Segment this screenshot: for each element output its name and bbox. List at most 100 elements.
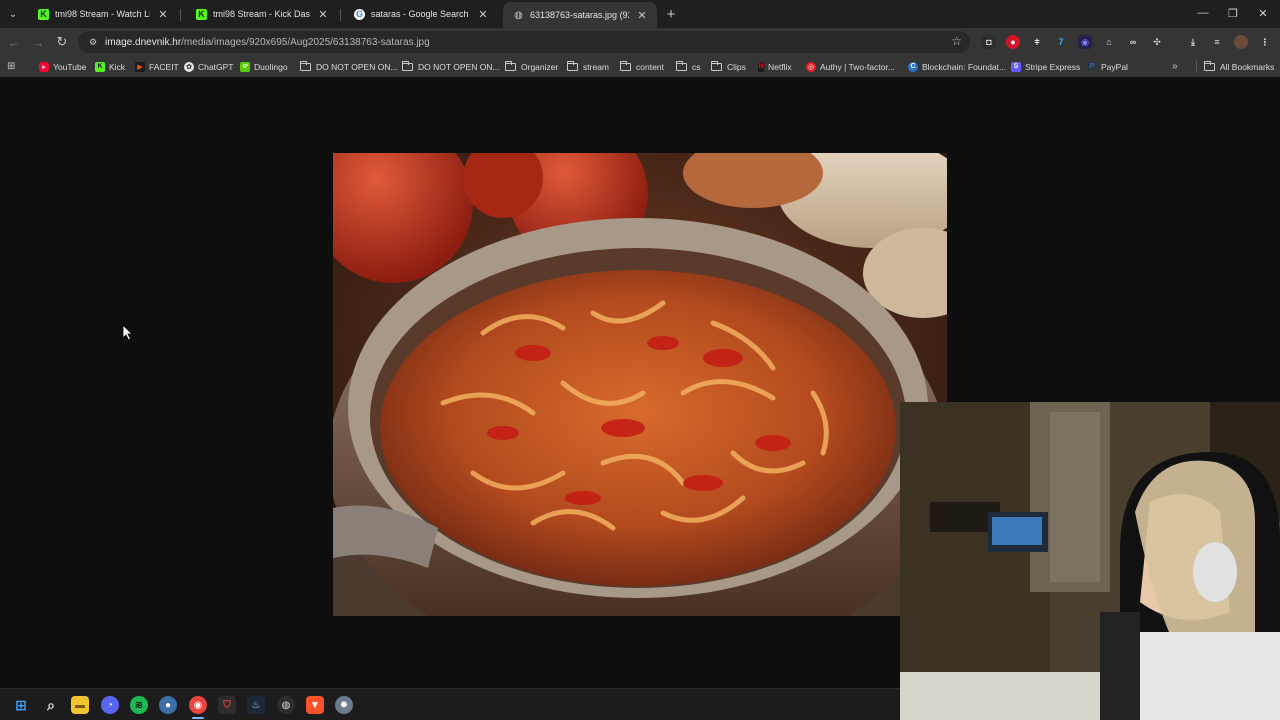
menu-icon[interactable]: ⋮	[1258, 35, 1272, 49]
coursera-icon: C	[908, 61, 918, 72]
tab-kick-dashboard[interactable]: K tmi98 Stream - Kick Dashboard ✕	[186, 2, 338, 26]
globe-icon: ◍	[514, 9, 523, 21]
close-icon[interactable]: ✕	[316, 7, 330, 21]
bookmark-label: Blockchain: Foundat...	[922, 61, 1007, 72]
bookmark-label: FACEIT	[149, 61, 179, 72]
bookmark-label: DO NOT OPEN ON...	[418, 61, 500, 72]
bookmark-duolingo[interactable]: ơ Duolingo	[240, 59, 288, 74]
close-window-icon[interactable]: ✕	[1252, 4, 1274, 22]
tab-kick-stream[interactable]: K tmi98 Stream - Watch Live on K ✕	[28, 2, 178, 26]
back-icon[interactable]: ←	[5, 33, 23, 51]
bookmark-folder[interactable]: DO NOT OPEN ON...	[300, 59, 398, 74]
bookmark-label: Clips	[727, 61, 746, 72]
bookmark-folder-cs[interactable]: cs	[676, 59, 701, 74]
bookmark-label: Netflix	[768, 61, 792, 72]
spotify-icon[interactable]: ≋	[130, 696, 148, 714]
close-icon[interactable]: ✕	[635, 8, 649, 22]
bookmarks-divider	[1196, 60, 1197, 73]
bookmark-chatgpt[interactable]: ✿ ChatGPT	[184, 59, 233, 74]
folder-icon	[620, 60, 631, 71]
bookmark-label: ChatGPT	[198, 61, 234, 72]
bookmark-paypal[interactable]: P PayPal	[1087, 59, 1128, 74]
app-icon[interactable]: ◍	[277, 696, 295, 714]
brave-icon[interactable]: ▼	[306, 696, 324, 714]
windows-start-icon[interactable]: ⊞	[12, 696, 30, 714]
chrome-icon[interactable]: ◉	[189, 696, 207, 714]
app-icon[interactable]: ●	[159, 696, 177, 714]
file-explorer-icon[interactable]: ▬	[71, 696, 89, 714]
folder-icon	[300, 60, 311, 71]
extension-icon[interactable]: ◘	[982, 35, 996, 49]
bookmark-label: PayPal	[1101, 61, 1128, 72]
more-bookmarks-icon[interactable]: »	[1172, 59, 1178, 74]
extension-icon[interactable]: ∞	[1126, 35, 1140, 49]
paypal-icon: P	[1089, 63, 1095, 70]
kick-icon: K	[196, 8, 207, 20]
restore-icon[interactable]: ❐	[1222, 4, 1244, 22]
kick-icon: K	[38, 8, 49, 20]
active-indicator	[192, 717, 204, 719]
tab-google-search[interactable]: G sataras - Google Search ✕	[344, 2, 498, 26]
bookmark-folder-content[interactable]: content	[620, 59, 664, 74]
bookmark-label: Organizer	[521, 61, 559, 72]
youtube-icon: ▸	[39, 61, 49, 72]
extension-icon[interactable]: ◉	[1078, 35, 1092, 49]
tab-strip: ⌄ K tmi98 Stream - Watch Live on K ✕ K t…	[0, 0, 1280, 28]
close-icon[interactable]: ✕	[156, 7, 170, 21]
all-bookmarks[interactable]: All Bookmarks	[1204, 59, 1274, 74]
bookmark-faceit[interactable]: ▶ FACEIT	[135, 59, 179, 74]
bookmark-label: Kick	[109, 61, 126, 72]
extension-icon[interactable]: ǂ	[1030, 35, 1044, 49]
download-icon[interactable]: ⤓	[1186, 35, 1200, 49]
kick-icon: K	[95, 61, 105, 72]
webcam-overlay	[900, 402, 1280, 720]
site-info-icon[interactable]: ⚙	[86, 35, 100, 49]
steam-icon[interactable]: ♨	[247, 696, 265, 714]
discord-icon[interactable]: ◔	[101, 696, 119, 714]
puzzle-icon[interactable]: ✣	[1150, 35, 1164, 49]
bookmark-stripe[interactable]: S Stripe Express	[1011, 59, 1080, 74]
apps-icon[interactable]: ⊞	[7, 59, 15, 74]
settings-icon[interactable]: ✹	[335, 696, 353, 714]
extension-icon[interactable]: ●	[1006, 35, 1020, 49]
forward-icon[interactable]: →	[29, 33, 47, 51]
mouse-cursor-icon	[122, 324, 133, 344]
tab-image[interactable]: ◍ 63138763-sataras.jpg (920×695) ✕	[503, 2, 657, 28]
close-icon[interactable]: ✕	[476, 7, 490, 21]
bookmark-folder-organizer[interactable]: Organizer	[505, 59, 558, 74]
tab-title: sataras - Google Search	[371, 9, 469, 19]
url-path: /media/images/920x695/Aug2025/63138763-s…	[181, 36, 430, 48]
tab-search-icon[interactable]: ⌄	[4, 5, 22, 23]
bookmark-label: Authy | Two-factor...	[820, 61, 895, 72]
avatar[interactable]	[1234, 35, 1248, 49]
extension-icon[interactable]: ⌂	[1102, 35, 1116, 49]
google-icon: G	[354, 8, 365, 20]
url-host: image.dnevnik.hr	[105, 36, 182, 48]
bookmark-blockchain[interactable]: C Blockchain: Foundat...	[908, 59, 1006, 74]
bookmark-netflix[interactable]: N Netflix	[758, 59, 792, 74]
chatgpt-icon: ✿	[184, 61, 194, 72]
extension-icon[interactable]: 7	[1054, 35, 1068, 49]
minimize-icon[interactable]: —	[1192, 4, 1214, 22]
bookmark-star-icon[interactable]: ☆	[951, 34, 962, 48]
new-tab-button[interactable]: +	[662, 5, 680, 23]
shield-icon[interactable]: ⛉	[218, 696, 236, 714]
folder-icon	[567, 60, 578, 71]
bookmark-label: cs	[692, 61, 701, 72]
netflix-icon: N	[758, 61, 764, 72]
bookmark-folder-clips[interactable]: Clips	[711, 59, 746, 74]
media-control-icon[interactable]: ≡	[1210, 35, 1224, 49]
address-bar[interactable]: ⚙ image.dnevnik.hr/media/images/920x695/…	[78, 31, 970, 53]
bookmark-youtube[interactable]: ▸ YouTube	[39, 59, 86, 74]
bookmark-label: Duolingo	[254, 61, 288, 72]
search-icon[interactable]: ⌕	[42, 696, 60, 714]
bookmark-folder[interactable]: DO NOT OPEN ON...	[402, 59, 500, 74]
bookmark-kick[interactable]: K Kick	[95, 59, 125, 74]
tab-title: 63138763-sataras.jpg (920×695)	[530, 10, 629, 20]
duolingo-icon: ơ	[240, 61, 250, 72]
bookmark-folder-stream[interactable]: stream	[567, 59, 609, 74]
reload-icon[interactable]: ↻	[53, 33, 71, 51]
bookmark-label: All Bookmarks	[1220, 61, 1275, 72]
bookmark-authy[interactable]: ◎ Authy | Two-factor...	[806, 59, 895, 74]
food-photo[interactable]	[333, 153, 947, 616]
